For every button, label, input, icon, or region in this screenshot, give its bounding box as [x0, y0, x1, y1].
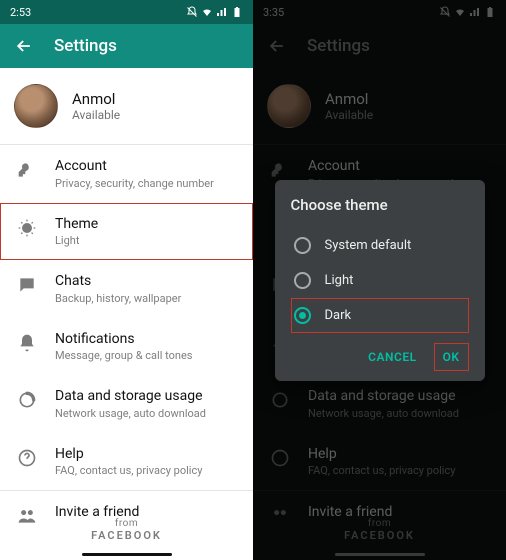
settings-item-help[interactable]: HelpFAQ, contact us, privacy policy	[0, 433, 253, 491]
signal-icon	[216, 6, 228, 18]
settings-item-theme[interactable]: ThemeLight	[0, 203, 253, 261]
settings-item-notifications[interactable]: NotificationsMessage, group & call tones	[0, 318, 253, 376]
radio-icon	[294, 237, 311, 254]
item-sub: Backup, history, wallpaper	[55, 292, 181, 305]
battery-icon	[231, 6, 243, 18]
theme-option-light[interactable]: Light	[291, 263, 469, 298]
footer-brand: FACEBOOK	[0, 529, 253, 542]
item-title: Account	[55, 158, 214, 176]
statusbar: 2:53	[0, 0, 253, 24]
theme-dialog: Choose theme System default Light Dark C…	[275, 180, 485, 381]
profile-row[interactable]: Anmol Available	[0, 68, 253, 144]
theme-option-system-default[interactable]: System default	[291, 228, 469, 263]
item-sub: Privacy, security, change number	[55, 177, 214, 190]
data-usage-icon	[17, 390, 37, 410]
item-title: Data and storage usage	[55, 388, 206, 406]
option-label: System default	[325, 238, 412, 253]
appbar: Settings	[0, 24, 253, 68]
item-sub: Light	[55, 234, 98, 247]
appbar-title: Settings	[54, 36, 117, 56]
radio-icon	[294, 307, 311, 324]
chat-icon	[17, 275, 37, 295]
theme-option-dark[interactable]: Dark	[291, 298, 469, 333]
settings-item-account[interactable]: AccountPrivacy, security, change number	[0, 145, 253, 203]
item-sub: Message, group & call tones	[55, 349, 192, 362]
dialog-actions: CANCEL OK	[291, 343, 469, 371]
nav-bar[interactable]	[82, 553, 172, 556]
footer-from: from	[0, 518, 253, 529]
item-title: Chats	[55, 273, 181, 291]
dialog-scrim[interactable]: Choose theme System default Light Dark C…	[253, 0, 506, 560]
wifi-icon	[201, 6, 213, 18]
phone-dark-theme-dialog: 3:35 Settings Anmol Available AccountPri…	[253, 0, 506, 560]
key-icon	[17, 160, 37, 180]
item-title: Help	[55, 446, 202, 464]
item-title: Theme	[55, 216, 98, 234]
bell-icon	[17, 333, 37, 353]
profile-status: Available	[72, 108, 120, 122]
help-icon	[17, 448, 37, 468]
settings-item-data[interactable]: Data and storage usageNetwork usage, aut…	[0, 375, 253, 433]
option-label: Light	[325, 273, 354, 288]
settings-item-chats[interactable]: ChatsBackup, history, wallpaper	[0, 260, 253, 318]
back-icon[interactable]	[14, 36, 34, 56]
radio-icon	[294, 272, 311, 289]
phone-light-settings: 2:53 Settings Anmol Available AccountPri…	[0, 0, 253, 560]
option-label: Dark	[325, 308, 352, 323]
avatar	[14, 84, 58, 128]
ok-button[interactable]: OK	[434, 343, 469, 371]
dialog-title: Choose theme	[291, 196, 469, 214]
item-sub: Network usage, auto download	[55, 407, 206, 420]
profile-name: Anmol	[72, 90, 120, 108]
clock: 2:53	[10, 6, 31, 19]
theme-icon	[17, 218, 37, 238]
cancel-button[interactable]: CANCEL	[359, 343, 425, 371]
status-icons	[186, 6, 243, 18]
notification-off-icon	[186, 6, 198, 18]
item-title: Notifications	[55, 331, 192, 349]
footer: from FACEBOOK	[0, 518, 253, 542]
item-sub: FAQ, contact us, privacy policy	[55, 464, 202, 477]
